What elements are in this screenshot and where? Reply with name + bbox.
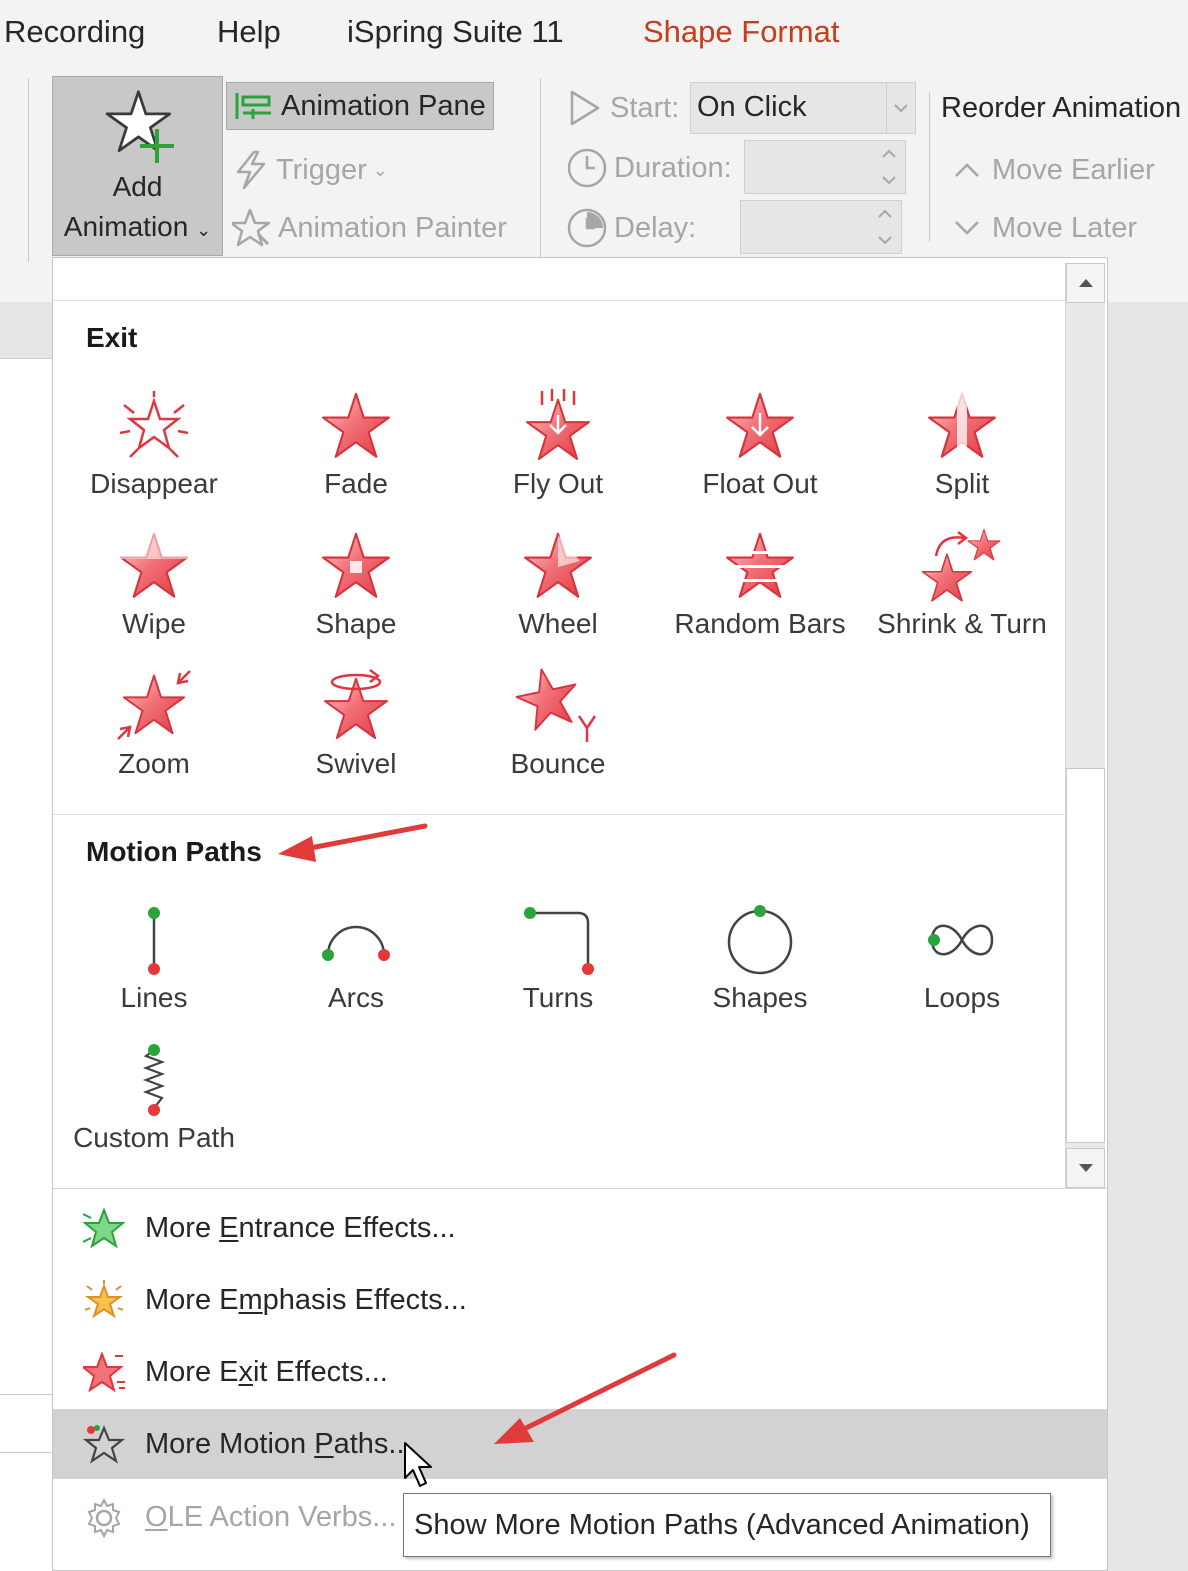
slide-area-background bbox=[1108, 302, 1188, 1571]
tab-shape-format[interactable]: Shape Format bbox=[643, 14, 839, 50]
motion-path-arcs[interactable]: Arcs bbox=[255, 898, 457, 1030]
scroll-down-arrow-icon[interactable] bbox=[1066, 1148, 1105, 1188]
delay-label: Delay: bbox=[566, 204, 696, 252]
motion-path-loops[interactable]: Loops bbox=[861, 898, 1063, 1030]
ribbon-divider bbox=[540, 78, 541, 262]
split-star-icon bbox=[928, 391, 996, 461]
exit-effect-float-out[interactable]: Float Out bbox=[659, 384, 861, 516]
exit-effect-shrink-turn[interactable]: Shrink & Turn bbox=[861, 524, 1063, 656]
animation-painter-button[interactable]: Animation Painter bbox=[232, 204, 507, 252]
exit-effect-wipe[interactable]: Wipe bbox=[53, 524, 255, 656]
motion-path-turns[interactable]: Turns bbox=[457, 898, 659, 1030]
gear-icon bbox=[87, 1497, 121, 1539]
motion-path-shapes[interactable]: Shapes bbox=[659, 898, 861, 1030]
scroll-up-arrow-icon[interactable] bbox=[1066, 263, 1105, 303]
tab-help[interactable]: Help bbox=[217, 14, 281, 50]
fly-out-star-icon bbox=[525, 389, 591, 461]
tab-ispring-suite[interactable]: iSpring Suite 11 bbox=[347, 14, 564, 50]
disappear-star-icon bbox=[119, 391, 189, 458]
motion-path-lines[interactable]: Lines bbox=[53, 898, 255, 1030]
more-entrance-effects-menu-item[interactable]: More Entrance Effects... bbox=[53, 1193, 1107, 1263]
exit-effect-wheel[interactable]: Wheel bbox=[457, 524, 659, 656]
exit-effect-split[interactable]: Split bbox=[861, 384, 1063, 516]
animation-pane-icon bbox=[235, 93, 271, 119]
motion-path-star-icon bbox=[83, 1425, 125, 1464]
play-icon bbox=[570, 90, 600, 126]
gallery-scrollbar[interactable] bbox=[1065, 263, 1105, 1188]
move-earlier-button[interactable]: Move Earlier bbox=[952, 146, 1155, 194]
swivel-star-icon bbox=[323, 669, 389, 740]
exit-effect-shape[interactable]: Shape bbox=[255, 524, 457, 656]
random-bars-star-icon bbox=[724, 532, 796, 598]
delay-clock-icon bbox=[567, 208, 607, 248]
tab-recording[interactable]: Recording bbox=[4, 14, 145, 50]
add-animation-star-icon bbox=[105, 90, 174, 163]
animation-gallery: Exit Disappear Fade Fly Out Float Out Sp… bbox=[53, 258, 1065, 1188]
tooltip: Show More Motion Paths (Advanced Animati… bbox=[403, 1493, 1051, 1557]
start-value: On Click bbox=[697, 91, 807, 123]
exit-star-icon bbox=[83, 1352, 125, 1393]
move-later-button[interactable]: Move Later bbox=[952, 204, 1137, 252]
chevron-down-icon bbox=[955, 221, 979, 235]
animation-painter-icon bbox=[232, 208, 271, 247]
chevron-down-icon: ⌄ bbox=[196, 220, 212, 240]
motion-path-custom[interactable]: Custom Path bbox=[53, 1038, 255, 1170]
more-motion-paths-menu-item[interactable]: More Motion Paths... bbox=[53, 1409, 1107, 1479]
more-exit-effects-menu-item[interactable]: More Exit Effects... bbox=[53, 1337, 1107, 1407]
add-animation-dropdown: Exit Disappear Fade Fly Out Float Out Sp… bbox=[52, 257, 1108, 1571]
ribbon-divider bbox=[929, 92, 930, 242]
reorder-animation-title: Reorder Animation bbox=[941, 92, 1182, 124]
exit-section-title: Exit bbox=[86, 322, 138, 353]
ribbon-divider bbox=[28, 78, 29, 262]
duration-label: Duration: bbox=[566, 144, 732, 192]
add-animation-button[interactable]: Add Animation ⌄ bbox=[52, 76, 223, 256]
line-path-icon bbox=[148, 907, 160, 975]
tooltip-text: Show More Motion Paths (Advanced Animati… bbox=[414, 1509, 1030, 1541]
arc-path-icon bbox=[322, 925, 390, 961]
add-animation-label: Add bbox=[112, 171, 163, 202]
shrink-turn-star-icon bbox=[921, 528, 1001, 602]
exit-effect-fly-out[interactable]: Fly Out bbox=[457, 384, 659, 516]
wipe-star-icon bbox=[118, 531, 190, 598]
lightning-icon bbox=[236, 150, 266, 190]
animation-painter-label: Animation Painter bbox=[278, 211, 507, 244]
exit-effect-fade[interactable]: Fade bbox=[255, 384, 457, 516]
bounce-star-icon bbox=[515, 666, 597, 742]
chevron-down-icon: ⌄ bbox=[372, 159, 388, 180]
zoom-star-icon bbox=[117, 670, 191, 740]
spinner-arrows-icon[interactable] bbox=[879, 145, 899, 189]
emphasis-star-icon bbox=[84, 1280, 124, 1319]
scrollbar-track[interactable] bbox=[1066, 768, 1105, 1143]
exit-effect-random-bars[interactable]: Random Bars bbox=[659, 524, 861, 656]
duration-spinner[interactable] bbox=[744, 140, 906, 194]
turn-path-icon bbox=[524, 907, 594, 975]
clock-icon bbox=[567, 148, 607, 188]
wheel-star-icon bbox=[524, 532, 592, 598]
custom-path-icon bbox=[142, 1044, 166, 1116]
start-dropdown[interactable]: On Click bbox=[690, 82, 916, 134]
fade-star-icon bbox=[322, 392, 390, 458]
animation-pane-button[interactable]: Animation Pane bbox=[226, 82, 494, 130]
loop-path-icon bbox=[928, 924, 994, 956]
entrance-star-icon bbox=[83, 1208, 125, 1249]
shape-star-icon bbox=[322, 532, 390, 598]
more-emphasis-effects-menu-item[interactable]: More Emphasis Effects... bbox=[53, 1265, 1107, 1335]
motion-paths-section-title: Motion Paths bbox=[86, 836, 262, 867]
delay-spinner[interactable] bbox=[740, 200, 902, 254]
exit-effect-bounce[interactable]: Bounce bbox=[457, 664, 659, 796]
circle-path-icon bbox=[727, 905, 793, 975]
chevron-down-icon[interactable] bbox=[886, 83, 915, 133]
chevron-up-icon bbox=[955, 163, 979, 177]
trigger-label: Trigger bbox=[276, 153, 367, 186]
exit-effect-swivel[interactable]: Swivel bbox=[255, 664, 457, 796]
float-out-star-icon bbox=[726, 392, 794, 458]
trigger-button[interactable]: Trigger ⌄ bbox=[232, 146, 388, 194]
start-label: Start: bbox=[566, 84, 679, 132]
add-animation-label: Animation ⌄ bbox=[63, 211, 212, 242]
exit-effect-zoom[interactable]: Zoom bbox=[53, 664, 255, 796]
animation-pane-label: Animation Pane bbox=[281, 89, 486, 122]
spinner-arrows-icon[interactable] bbox=[875, 205, 895, 249]
ribbon-tab-bar: Recording Help iSpring Suite 11 Shape Fo… bbox=[0, 0, 1188, 70]
exit-effect-disappear[interactable]: Disappear bbox=[53, 384, 255, 516]
